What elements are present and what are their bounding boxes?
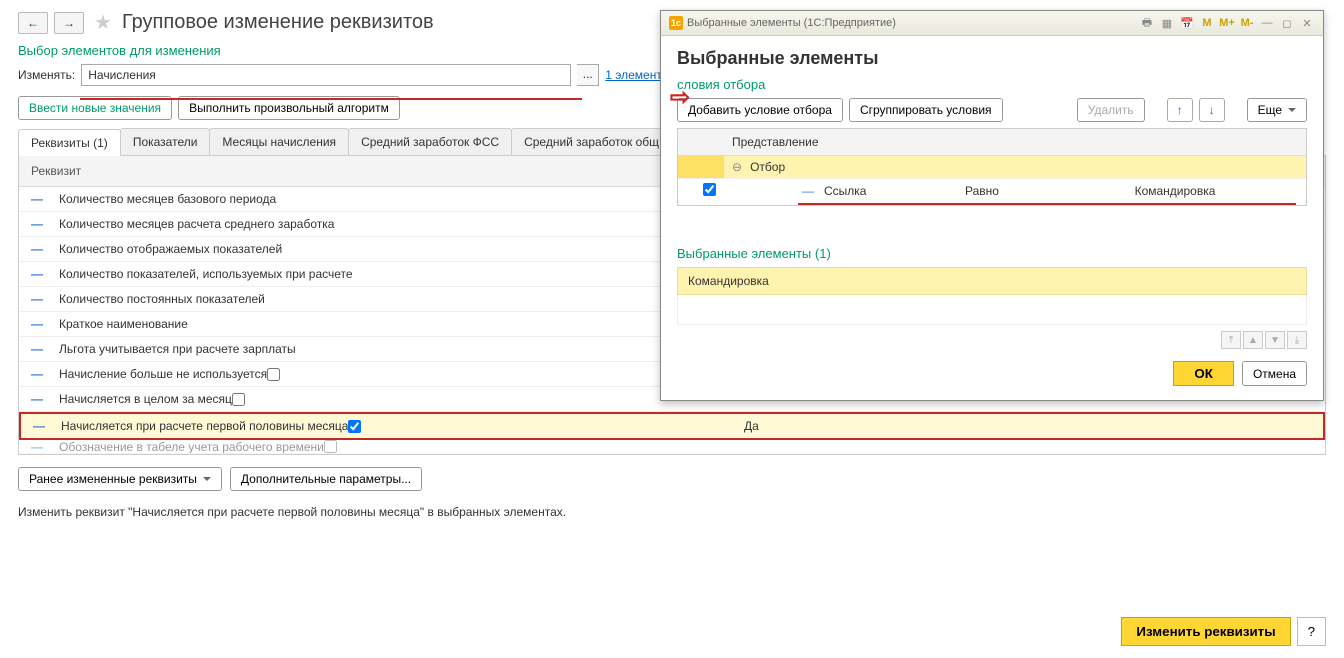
row-checkbox[interactable] xyxy=(348,420,361,433)
ok-button[interactable]: ОК xyxy=(1173,361,1234,386)
row-checkbox[interactable] xyxy=(267,368,280,381)
grid-icon[interactable]: ▦ xyxy=(1159,15,1175,31)
row-label: Начисление больше не используется xyxy=(59,367,267,381)
move-down-button[interactable]: ↓ xyxy=(1199,98,1225,122)
sort-buttons: ⤒ ▲ ▼ ⤓ xyxy=(677,331,1307,349)
tab-avg-fss[interactable]: Средний заработок ФСС xyxy=(348,128,512,155)
grid-row[interactable]: — Обозначение в табеле учета рабочего вре… xyxy=(19,440,1325,454)
row-value: Да xyxy=(744,419,759,433)
dash-icon: — xyxy=(31,267,43,281)
dash-icon: — xyxy=(31,342,43,356)
sort-bottom-icon[interactable]: ⤓ xyxy=(1287,331,1307,349)
filter-root-label: Отбор xyxy=(750,160,785,174)
print-icon[interactable]: 🖶 xyxy=(1139,15,1155,31)
tab-months[interactable]: Месяцы начисления xyxy=(209,128,349,155)
row-label: Количество отображаемых показателей xyxy=(59,242,282,256)
m-plus-button[interactable]: M+ xyxy=(1219,15,1235,31)
selected-elements-dialog: 1c Выбранные элементы (1С:Предприятие) 🖶… xyxy=(660,10,1324,401)
dialog-title-text: Выбранные элементы (1С:Предприятие) xyxy=(687,17,896,29)
maximize-icon[interactable]: ◻ xyxy=(1279,15,1295,31)
add-filter-button[interactable]: Добавить условие отбора xyxy=(677,98,843,122)
change-ellipsis-button[interactable]: ... xyxy=(577,64,599,86)
filter-condition-checkbox[interactable] xyxy=(703,183,716,196)
app-logo-icon: 1c xyxy=(669,16,683,30)
tab-requisites[interactable]: Реквизиты (1) xyxy=(18,129,121,156)
dash-icon: — xyxy=(33,419,45,433)
dialog-footer: ОК Отмена xyxy=(661,361,1323,400)
row-label: Начисляется при расчете первой половины … xyxy=(61,419,348,433)
row-label: Льгота учитывается при расчете зарплаты xyxy=(59,342,296,356)
extra-params-button[interactable]: Дополнительные параметры... xyxy=(230,467,422,491)
row-label: Количество показателей, используемых при… xyxy=(59,267,353,281)
tab-avg-common[interactable]: Средний заработок общ xyxy=(511,128,672,155)
filter-value: Командировка xyxy=(1052,184,1298,198)
bottom-actions: Ранее измененные реквизиты Дополнительны… xyxy=(18,467,1326,491)
change-label: Изменять: xyxy=(18,68,75,82)
filter-root-row[interactable]: ⊖ Отбор xyxy=(678,156,1306,179)
dash-icon: — xyxy=(31,367,43,381)
filter-field: Ссылка xyxy=(824,184,866,198)
row-label: Количество месяцев расчета среднего зара… xyxy=(59,217,334,231)
selected-item-row[interactable]: Командировка xyxy=(677,267,1307,295)
move-up-button[interactable]: ↑ xyxy=(1167,98,1193,122)
row-label: Количество постоянных показателей xyxy=(59,292,265,306)
filter-toolbar: Добавить условие отбора Сгруппировать ус… xyxy=(677,98,1307,122)
nav-back-button[interactable]: ← xyxy=(18,12,48,34)
red-underline xyxy=(798,203,1296,205)
elements-count-link[interactable]: 1 элемент xyxy=(605,68,662,82)
filter-operator: Равно xyxy=(912,184,1052,198)
footer-buttons: Изменить реквизиты ? xyxy=(1121,617,1326,646)
dash-icon: — xyxy=(31,192,43,206)
sort-up-icon[interactable]: ▲ xyxy=(1243,331,1263,349)
m-minus-button[interactable]: M- xyxy=(1239,15,1255,31)
favorite-star-icon[interactable]: ★ xyxy=(94,10,112,35)
row-label: Количество месяцев базового периода xyxy=(59,192,276,206)
more-button[interactable]: Еще xyxy=(1247,98,1307,122)
delete-filter-button[interactable]: Удалить xyxy=(1077,98,1145,122)
dash-icon: — xyxy=(31,292,43,306)
filter-grid: Представление ⊖ Отбор — Ссылка Равно Кома… xyxy=(677,128,1307,206)
minimize-icon[interactable]: — xyxy=(1259,15,1275,31)
nav-forward-button[interactable]: → xyxy=(54,12,84,34)
change-input[interactable]: Начисления xyxy=(81,64,571,86)
grid-row[interactable]: — Начисляется при расчете первой половины… xyxy=(19,412,1325,440)
dialog-titlebar: 1c Выбранные элементы (1С:Предприятие) 🖶… xyxy=(661,11,1323,36)
collapse-icon[interactable]: ⊖ xyxy=(732,160,742,174)
filter-condition-row[interactable]: — Ссылка Равно Командировка xyxy=(678,179,1306,203)
sort-down-icon[interactable]: ▼ xyxy=(1265,331,1285,349)
tab-indicators[interactable]: Показатели xyxy=(120,128,211,155)
page-title: Групповое изменение реквизитов xyxy=(122,11,434,34)
dash-icon: — xyxy=(31,317,43,331)
filter-section-title: словия отбора xyxy=(677,77,1307,92)
m-button[interactable]: M xyxy=(1199,15,1215,31)
sort-top-icon[interactable]: ⤒ xyxy=(1221,331,1241,349)
previously-changed-button[interactable]: Ранее измененные реквизиты xyxy=(18,467,222,491)
dash-icon: — xyxy=(31,440,43,454)
red-arrow-annotation: ⇨ xyxy=(670,83,690,112)
row-checkbox[interactable] xyxy=(232,393,245,406)
dash-icon: — xyxy=(31,217,43,231)
dialog-heading: Выбранные элементы xyxy=(677,48,1307,69)
row-label: Краткое наименование xyxy=(59,317,188,331)
group-filter-button[interactable]: Сгруппировать условия xyxy=(849,98,1003,122)
close-icon[interactable]: ✕ xyxy=(1299,15,1315,31)
help-button[interactable]: ? xyxy=(1297,617,1326,646)
apply-changes-button[interactable]: Изменить реквизиты xyxy=(1121,617,1290,646)
dash-icon: — xyxy=(31,242,43,256)
underline-decoration xyxy=(80,98,582,100)
dash-icon: — xyxy=(802,184,814,198)
row-checkbox[interactable] xyxy=(324,440,337,453)
cancel-button[interactable]: Отмена xyxy=(1242,361,1307,386)
filter-grid-header: Представление xyxy=(678,129,1306,156)
change-input-value: Начисления xyxy=(88,68,156,82)
selected-section-title: Выбранные элементы (1) xyxy=(677,246,1307,261)
dash-icon: — xyxy=(31,392,43,406)
summary-text: Изменить реквизит "Начисляется при расче… xyxy=(18,505,1326,519)
filter-header-label: Представление xyxy=(732,135,819,149)
row-label: Начисляется в целом за месяц xyxy=(59,392,232,406)
row-label: Обозначение в табеле учета рабочего врем… xyxy=(59,440,324,454)
calendar-icon[interactable]: 📅 xyxy=(1179,15,1195,31)
